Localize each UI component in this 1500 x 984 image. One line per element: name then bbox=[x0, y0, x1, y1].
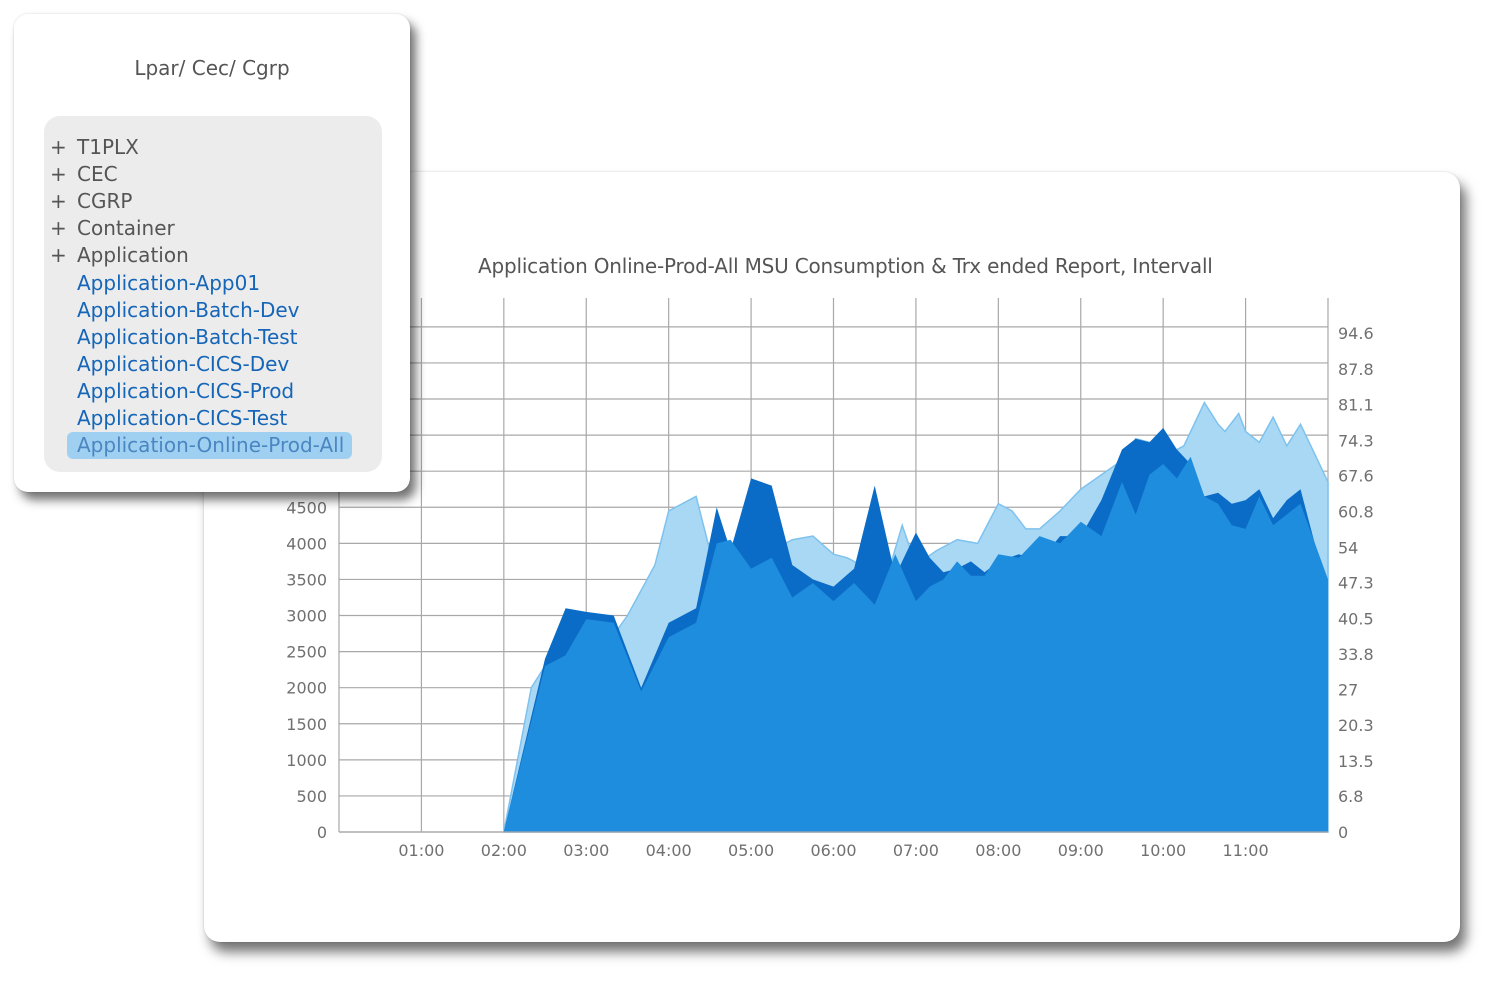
tree-group-label: Application bbox=[77, 243, 189, 268]
tree-leaf-label[interactable]: Application-CICS-Test bbox=[77, 405, 287, 432]
tree-leaf-label[interactable]: Application-CICS-Dev bbox=[77, 351, 289, 378]
x-tick-label: 02:00 bbox=[481, 841, 527, 860]
y-right-tick-label: 87.8 bbox=[1338, 360, 1374, 379]
tree-list: + T1PLX + CEC + CGRP + Container + Application App… bbox=[50, 134, 353, 460]
tree-leaf-application-batch-dev[interactable]: Application-Batch-Dev bbox=[50, 297, 352, 324]
y-right-tick-label: 54 bbox=[1338, 538, 1358, 557]
x-tick-label: 11:00 bbox=[1223, 841, 1269, 860]
y-right-tick-label: 6.8 bbox=[1338, 787, 1363, 806]
y-left-tick-label: 4000 bbox=[286, 534, 327, 553]
y-right-tick-label: 74.3 bbox=[1338, 431, 1374, 450]
tree-leaf-label[interactable]: Application-App01 bbox=[77, 270, 260, 297]
tree-leaf-application-online-prod-all[interactable]: Application-Online-Prod-All bbox=[50, 432, 353, 460]
expand-icon[interactable]: + bbox=[50, 188, 77, 215]
y-left-tick-label: 3000 bbox=[286, 607, 327, 626]
x-tick-label: 03:00 bbox=[563, 841, 609, 860]
tree-group-label: CEC bbox=[77, 162, 118, 187]
x-tick-label: 06:00 bbox=[810, 841, 856, 860]
stage: 0 500 1000 1500 2000 2500 3000 3500 4000 4500 0 6.8… bbox=[0, 0, 1500, 984]
expand-icon[interactable]: + bbox=[50, 161, 77, 188]
y-right-tick-label: 94.6 bbox=[1338, 324, 1374, 343]
y-right-tick-label: 27 bbox=[1338, 681, 1358, 700]
tree-leaf-label[interactable]: Application-Online-Prod-All bbox=[67, 432, 353, 460]
y-right-tick-label: 33.8 bbox=[1338, 645, 1374, 664]
chart-title: Application Online-Prod-All MSU Consumpt… bbox=[478, 254, 1213, 278]
y-left-tick-label: 2000 bbox=[286, 679, 327, 698]
y-right-tick-label: 81.1 bbox=[1338, 395, 1374, 414]
x-tick-label: 09:00 bbox=[1058, 841, 1104, 860]
tree-leaf-application-cics-test[interactable]: Application-CICS-Test bbox=[50, 405, 352, 432]
y-left-tick-label: 500 bbox=[296, 787, 327, 806]
tree-group-application[interactable]: + Application bbox=[50, 242, 352, 269]
tree-box: + T1PLX + CEC + CGRP + Container + Application App… bbox=[44, 116, 382, 472]
y-right-tick-label: 60.8 bbox=[1338, 502, 1374, 521]
tree-group-cec[interactable]: + CEC bbox=[50, 161, 352, 188]
expand-icon[interactable]: + bbox=[50, 242, 77, 269]
tree-group-cgrp[interactable]: + CGRP bbox=[50, 188, 352, 215]
tree-header: Lpar/ Cec/ Cgrp bbox=[134, 56, 290, 80]
tree-group-label: CGRP bbox=[77, 189, 133, 214]
tree-group-t1plx[interactable]: + T1PLX bbox=[50, 134, 352, 161]
expand-icon[interactable]: + bbox=[50, 215, 77, 242]
tree-leaf-application-app01[interactable]: Application-App01 bbox=[50, 269, 352, 296]
y-left-tick-label: 3500 bbox=[286, 570, 327, 589]
y-left-tick-label: 4500 bbox=[286, 498, 327, 517]
x-tick-label: 05:00 bbox=[728, 841, 774, 860]
tree-leaf-label[interactable]: Application-Batch-Dev bbox=[77, 297, 300, 324]
tree-leaf-application-cics-dev[interactable]: Application-CICS-Dev bbox=[50, 351, 352, 378]
expand-icon[interactable]: + bbox=[50, 134, 77, 161]
y-right-tick-label: 40.5 bbox=[1338, 609, 1374, 628]
y-right-tick-label: 47.3 bbox=[1338, 574, 1374, 593]
x-tick-label: 08:00 bbox=[975, 841, 1021, 860]
tree-panel: Lpar/ Cec/ Cgrp + T1PLX + CEC + CGRP + Containe… bbox=[14, 14, 410, 492]
x-tick-label: 04:00 bbox=[646, 841, 692, 860]
y-left-tick-label: 1000 bbox=[286, 751, 327, 770]
tree-group-container[interactable]: + Container bbox=[50, 215, 352, 242]
tree-group-label: T1PLX bbox=[77, 135, 139, 160]
tree-leaf-label[interactable]: Application-CICS-Prod bbox=[77, 378, 294, 405]
y-right-tick-label: 13.5 bbox=[1338, 752, 1374, 771]
y-right-tick-label: 0 bbox=[1338, 823, 1348, 842]
tree-leaf-application-cics-prod[interactable]: Application-CICS-Prod bbox=[50, 378, 352, 405]
tree-group-label: Container bbox=[77, 216, 175, 241]
y-right-tick-label: 20.3 bbox=[1338, 716, 1374, 735]
y-right-tick-label: 67.6 bbox=[1338, 467, 1374, 486]
y-left-tick-label: 0 bbox=[317, 823, 327, 842]
x-tick-label: 07:00 bbox=[893, 841, 939, 860]
x-tick-label: 01:00 bbox=[398, 841, 444, 860]
y-left-tick-label: 2500 bbox=[286, 643, 327, 662]
tree-leaf-application-batch-test[interactable]: Application-Batch-Test bbox=[50, 324, 352, 351]
x-tick-label: 10:00 bbox=[1140, 841, 1186, 860]
y-left-tick-label: 1500 bbox=[286, 715, 327, 734]
tree-leaf-label[interactable]: Application-Batch-Test bbox=[77, 324, 298, 351]
